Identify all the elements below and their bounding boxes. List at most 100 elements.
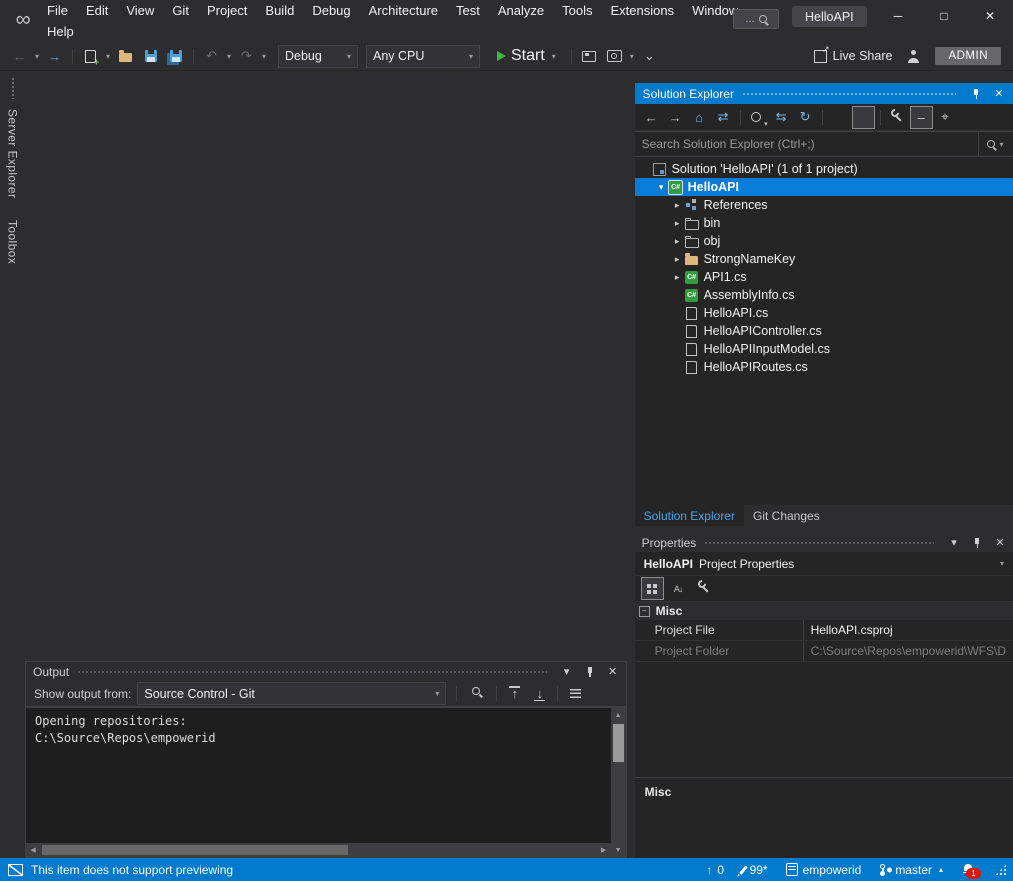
tree-item-helloapicontroller-cs[interactable]: HelloAPIController.cs xyxy=(635,322,1013,340)
menu-architecture[interactable]: Architecture xyxy=(360,0,447,21)
close-icon[interactable]: ✕ xyxy=(607,666,619,678)
close-icon[interactable]: ✕ xyxy=(994,537,1006,549)
show-all-files-icon[interactable] xyxy=(852,106,875,129)
notifications-button[interactable]: 1 xyxy=(963,863,977,876)
collapsed-arrow-icon[interactable]: ▸ xyxy=(671,236,684,247)
output-source-dropdown[interactable]: Source Control - Git ▾ xyxy=(137,682,446,705)
redo-dropdown-icon[interactable]: ▾ xyxy=(260,52,268,61)
toolbar-overflow-icon[interactable]: ⌄ xyxy=(638,45,661,68)
scroll-down-icon[interactable]: ▼ xyxy=(611,843,626,857)
nest-related-files-icon[interactable] xyxy=(828,106,851,129)
clear-all-icon[interactable] xyxy=(564,682,587,705)
editor-area[interactable] xyxy=(25,71,635,661)
float-window-icon[interactable] xyxy=(589,682,612,705)
tree-item-assemblyinfo-cs[interactable]: C#AssemblyInfo.cs xyxy=(635,286,1013,304)
tree-item-api1-cs[interactable]: ▸C#API1.cs xyxy=(635,268,1013,286)
properties-icon[interactable] xyxy=(886,106,909,129)
next-message-icon[interactable]: ↓ xyxy=(528,682,551,705)
window-position-icon[interactable]: ▾ xyxy=(948,537,960,549)
menu-help[interactable]: Help xyxy=(38,21,83,42)
close-button[interactable]: ✕ xyxy=(967,0,1013,31)
property-value[interactable]: HelloAPI.csproj xyxy=(804,620,1013,640)
pin-icon[interactable] xyxy=(584,666,596,678)
rail-tab-server-explorer[interactable]: Server Explorer xyxy=(6,109,20,198)
categorized-icon[interactable] xyxy=(641,577,664,600)
collapsed-arrow-icon[interactable]: ▸ xyxy=(671,272,684,283)
tree-item-helloapiinputmodel-cs[interactable]: HelloAPIInputModel.cs xyxy=(635,340,1013,358)
solution-platform-dropdown[interactable]: Any CPU ▾ xyxy=(366,45,480,68)
property-row-project-folder[interactable]: Project FolderC:\Source\Repos\empowerid\… xyxy=(635,641,1013,662)
application-insights-dropdown-icon[interactable]: ▾ xyxy=(628,52,636,61)
solution-configuration-dropdown[interactable]: Debug ▾ xyxy=(278,45,358,68)
pin-icon[interactable] xyxy=(971,537,983,549)
collapsed-arrow-icon[interactable]: ▸ xyxy=(671,254,684,265)
horizontal-scrollbar[interactable]: ◀ ▶ xyxy=(26,843,611,857)
back-icon[interactable]: ← xyxy=(640,106,663,129)
quick-search-box[interactable]: ... xyxy=(733,9,779,29)
scroll-up-icon[interactable]: ▲ xyxy=(611,708,626,722)
menu-extensions[interactable]: Extensions xyxy=(601,0,683,21)
previous-message-icon[interactable]: ↑ xyxy=(503,682,526,705)
horizontal-scroll-thumb[interactable] xyxy=(42,845,348,855)
branch-button[interactable]: master ▴ xyxy=(879,863,945,877)
repository-button[interactable]: empowerid xyxy=(786,863,862,877)
pin-icon[interactable] xyxy=(970,88,982,100)
close-icon[interactable]: ✕ xyxy=(993,88,1005,100)
pending-edits-button[interactable]: 99* xyxy=(742,863,768,877)
tree-item-strongnamekey[interactable]: ▸StrongNameKey xyxy=(635,250,1013,268)
menu-file[interactable]: File xyxy=(38,0,77,21)
category-row-misc[interactable]: − Misc xyxy=(635,602,1013,620)
home-icon[interactable]: ⌂ xyxy=(688,106,711,129)
vertical-scrollbar[interactable]: ▲ ▼ xyxy=(611,708,626,857)
add-user-icon[interactable] xyxy=(907,50,920,63)
application-insights-icon[interactable] xyxy=(603,45,626,68)
vertical-scroll-thumb[interactable] xyxy=(613,724,624,762)
menu-test[interactable]: Test xyxy=(447,0,489,21)
search-options-button[interactable]: ▾ xyxy=(978,132,1013,156)
menu-edit[interactable]: Edit xyxy=(77,0,117,21)
minimize-button[interactable]: ─ xyxy=(875,0,921,31)
find-in-files-icon[interactable] xyxy=(578,45,601,68)
menu-project[interactable]: Project xyxy=(198,0,256,21)
outgoing-commits-button[interactable]: ↑ 0 xyxy=(706,863,724,877)
refresh-icon[interactable]: ↻ xyxy=(794,106,817,129)
menu-debug[interactable]: Debug xyxy=(303,0,359,21)
admin-account-button[interactable]: ADMIN xyxy=(935,47,1001,65)
switch-views-icon[interactable]: ⇄ xyxy=(712,106,735,129)
sync-with-active-document-icon[interactable]: ⇆ xyxy=(770,106,793,129)
menu-git[interactable]: Git xyxy=(163,0,198,21)
property-pages-icon[interactable] xyxy=(693,577,716,600)
track-active-item-icon[interactable]: ⌖ xyxy=(934,106,957,129)
collapsed-arrow-icon[interactable]: ▸ xyxy=(671,200,684,211)
tree-item-solution-helloapi-1-of-1-project[interactable]: Solution 'HelloAPI' (1 of 1 project) xyxy=(635,160,1013,178)
tree-item-helloapi[interactable]: ▾C#HelloAPI xyxy=(635,178,1013,196)
output-title-bar[interactable]: Output ▾ ✕ xyxy=(26,662,626,681)
alphabetical-icon[interactable]: A↓ xyxy=(667,577,690,600)
tree-item-references[interactable]: ▸References xyxy=(635,196,1013,214)
vertical-scroll-track[interactable] xyxy=(611,722,626,843)
new-file-icon[interactable] xyxy=(79,45,102,68)
property-value[interactable]: C:\Source\Repos\empowerid\WFS\D xyxy=(804,641,1013,661)
selected-object-dropdown[interactable]: HelloAPI Project Properties ▾ xyxy=(635,552,1013,576)
expanded-arrow-icon[interactable]: ▾ xyxy=(655,182,668,193)
find-message-icon[interactable] xyxy=(467,682,490,705)
collapsed-arrow-icon[interactable]: ▸ xyxy=(671,218,684,229)
pending-changes-filter-icon[interactable] xyxy=(746,106,769,129)
horizontal-scroll-track[interactable] xyxy=(40,843,597,857)
navigate-back-dropdown-icon[interactable]: ▾ xyxy=(33,52,41,61)
navigate-back-icon[interactable]: ← xyxy=(8,45,31,68)
undo-icon[interactable]: ↶ xyxy=(200,45,223,68)
start-debugging-button[interactable]: Start ▾ xyxy=(490,45,565,67)
tree-item-helloapiroutes-cs[interactable]: HelloAPIRoutes.cs xyxy=(635,358,1013,376)
tab-solution-explorer[interactable]: Solution Explorer xyxy=(635,505,744,526)
maximize-button[interactable]: □ xyxy=(921,0,967,31)
search-input[interactable] xyxy=(635,137,978,151)
panel-splitter[interactable] xyxy=(635,526,1013,533)
save-all-icon[interactable] xyxy=(164,45,187,68)
menu-tools[interactable]: Tools xyxy=(553,0,601,21)
scroll-left-icon[interactable]: ◀ xyxy=(26,843,40,857)
new-file-dropdown-icon[interactable]: ▾ xyxy=(104,52,112,61)
undo-dropdown-icon[interactable]: ▾ xyxy=(225,52,233,61)
live-share-button[interactable]: Live Share xyxy=(814,49,893,63)
tree-item-bin[interactable]: ▸bin xyxy=(635,214,1013,232)
